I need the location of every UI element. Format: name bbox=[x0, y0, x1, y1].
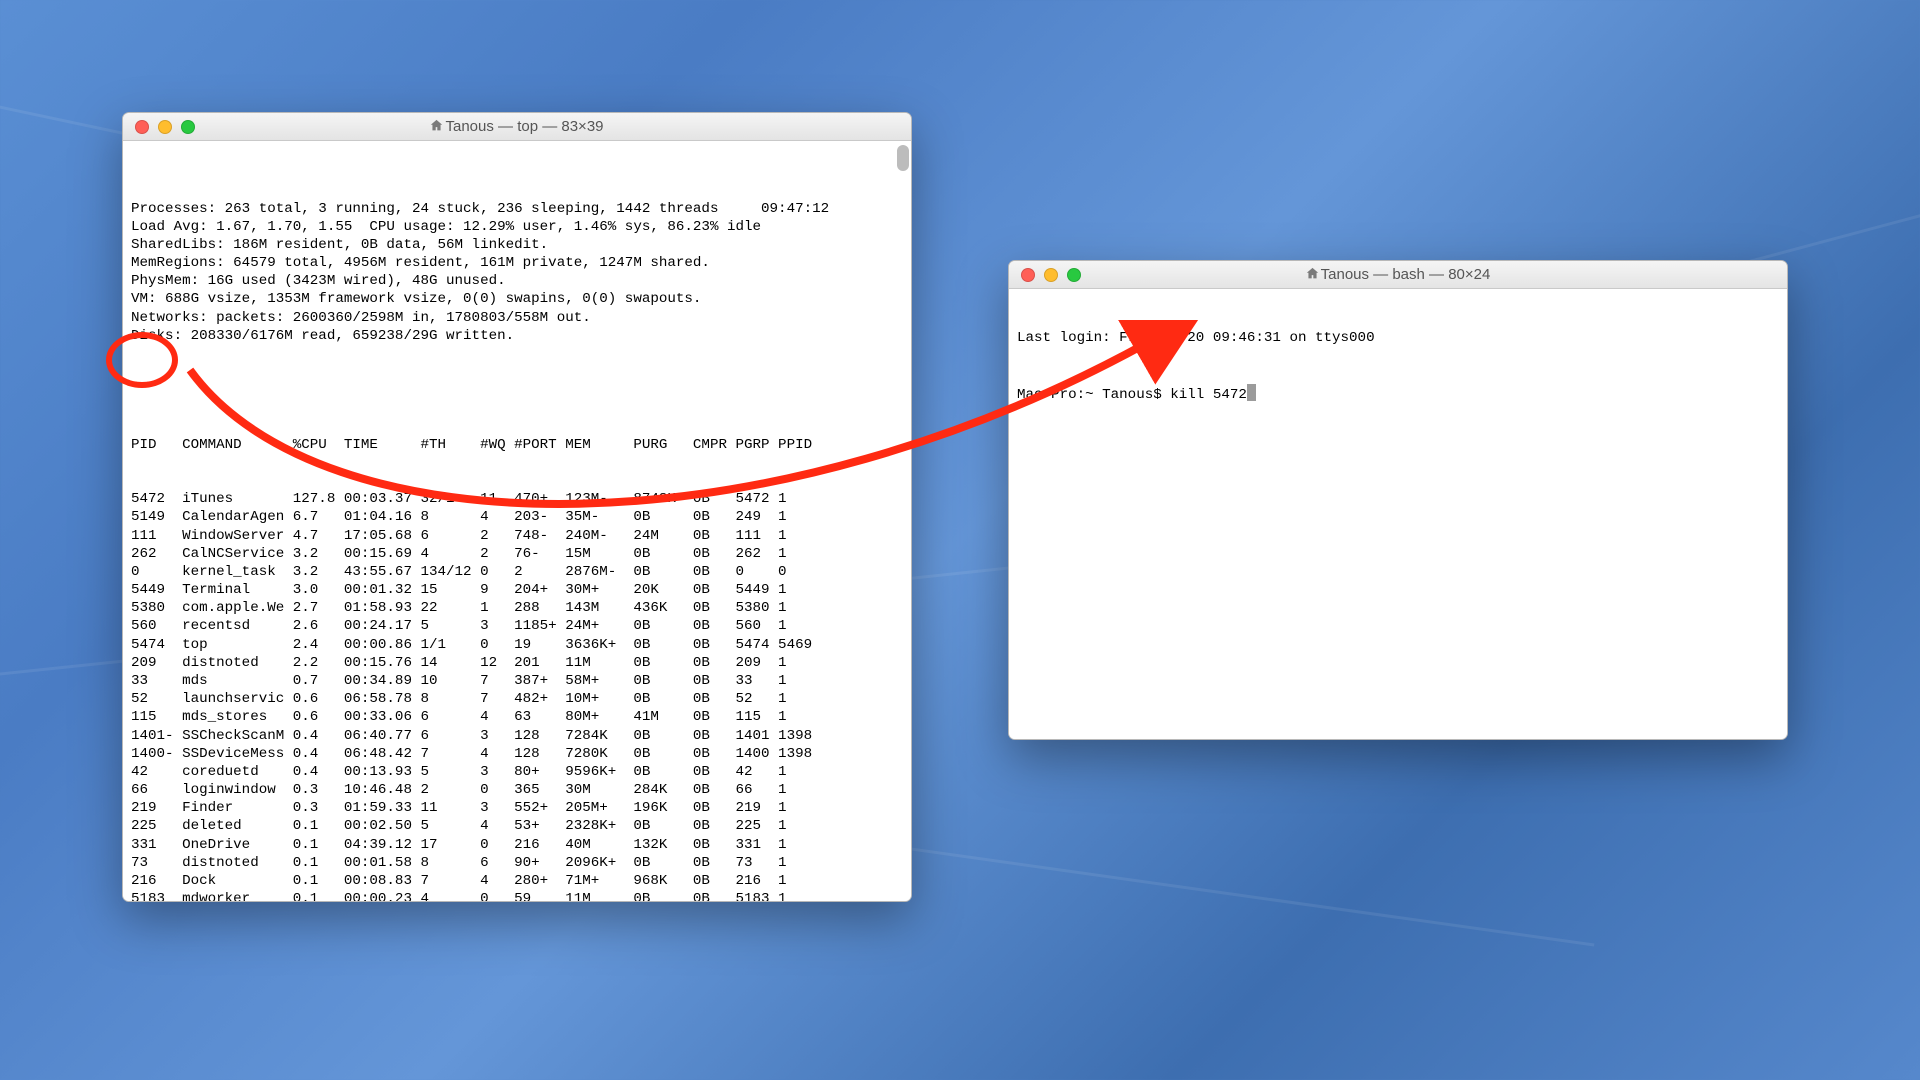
process-row: 42 coreduetd 0.4 00:13.93 5 3 80+ 9596K+… bbox=[131, 763, 903, 781]
prompt-line[interactable]: Mac-Pro:~ Tanous$ kill 5472 bbox=[1017, 384, 1779, 404]
process-row: 73 distnoted 0.1 00:01.58 8 6 90+ 2096K+… bbox=[131, 854, 903, 872]
process-row: 5149 CalendarAgen 6.7 01:04.16 8 4 203- … bbox=[131, 508, 903, 526]
window-title: Tanous — top — 83×39 bbox=[123, 118, 911, 135]
traffic-lights bbox=[1009, 268, 1081, 282]
summary-line: MemRegions: 64579 total, 4956M resident,… bbox=[131, 254, 903, 272]
process-row: 219 Finder 0.3 01:59.33 11 3 552+ 205M+ … bbox=[131, 799, 903, 817]
process-row: 225 deleted 0.1 00:02.50 5 4 53+ 2328K+ … bbox=[131, 817, 903, 835]
process-row: 52 launchservic 0.6 06:58.78 8 7 482+ 10… bbox=[131, 690, 903, 708]
summary-line: Load Avg: 1.67, 1.70, 1.55 CPU usage: 12… bbox=[131, 218, 903, 236]
process-row: 5183 mdworker 0.1 00:00.23 4 0 59 11M 0B… bbox=[131, 890, 903, 901]
process-row: 216 Dock 0.1 00:08.83 7 4 280+ 71M+ 968K… bbox=[131, 872, 903, 890]
process-row: 1400- SSDeviceMess 0.4 06:48.42 7 4 128 … bbox=[131, 745, 903, 763]
cursor-icon bbox=[1247, 384, 1256, 401]
zoom-icon[interactable] bbox=[181, 120, 195, 134]
traffic-lights bbox=[123, 120, 195, 134]
minimize-icon[interactable] bbox=[158, 120, 172, 134]
process-row: 66 loginwindow 0.3 10:46.48 2 0 365 30M … bbox=[131, 781, 903, 799]
window-title: Tanous — bash — 80×24 bbox=[1009, 266, 1787, 283]
process-row: 5474 top 2.4 00:00.86 1/1 0 19 3636K+ 0B… bbox=[131, 636, 903, 654]
summary-line: PhysMem: 16G used (3423M wired), 48G unu… bbox=[131, 272, 903, 290]
process-row: 1401- SSCheckScanM 0.4 06:40.77 6 3 128 … bbox=[131, 727, 903, 745]
scrollbar-thumb[interactable] bbox=[897, 145, 909, 171]
process-row: 115 mds_stores 0.6 00:33.06 6 4 63 80M+ … bbox=[131, 708, 903, 726]
summary-line: SharedLibs: 186M resident, 0B data, 56M … bbox=[131, 236, 903, 254]
summary-line: VM: 688G vsize, 1353M framework vsize, 0… bbox=[131, 290, 903, 308]
process-row: 0 kernel_task 3.2 43:55.67 134/12 0 2 28… bbox=[131, 563, 903, 581]
window-title-text: Tanous — top — 83×39 bbox=[445, 118, 603, 135]
process-row: 33 mds 0.7 00:34.89 10 7 387+ 58M+ 0B 0B… bbox=[131, 672, 903, 690]
process-row: 111 WindowServer 4.7 17:05.68 6 2 748- 2… bbox=[131, 527, 903, 545]
summary-line: Processes: 263 total, 3 running, 24 stuc… bbox=[131, 200, 903, 218]
terminal-content-top[interactable]: Processes: 263 total, 3 running, 24 stuc… bbox=[123, 141, 911, 901]
zoom-icon[interactable] bbox=[1067, 268, 1081, 282]
titlebar[interactable]: Tanous — top — 83×39 bbox=[123, 113, 911, 141]
process-row: 262 CalNCService 3.2 00:15.69 4 2 76- 15… bbox=[131, 545, 903, 563]
home-icon bbox=[430, 119, 443, 132]
summary-line: Disks: 208330/6176M read, 659238/29G wri… bbox=[131, 327, 903, 345]
process-row: 5380 com.apple.We 2.7 01:58.93 22 1 288 … bbox=[131, 599, 903, 617]
process-row: 5449 Terminal 3.0 00:01.32 15 9 204+ 30M… bbox=[131, 581, 903, 599]
terminal-content-bash[interactable]: Last login: Fri Feb 20 09:46:31 on ttys0… bbox=[1009, 289, 1787, 739]
minimize-icon[interactable] bbox=[1044, 268, 1058, 282]
process-table-header: PID COMMAND %CPU TIME #TH #WQ #PORT MEM … bbox=[131, 436, 903, 454]
close-icon[interactable] bbox=[1021, 268, 1035, 282]
window-title-text: Tanous — bash — 80×24 bbox=[1321, 266, 1491, 283]
login-line: Last login: Fri Feb 20 09:46:31 on ttys0… bbox=[1017, 329, 1779, 347]
process-row: 5472 iTunes 127.8 00:03.37 32/1 11 470+ … bbox=[131, 490, 903, 508]
process-row: 331 OneDrive 0.1 04:39.12 17 0 216 40M 1… bbox=[131, 836, 903, 854]
process-row: 560 recentsd 2.6 00:24.17 5 3 1185+ 24M+… bbox=[131, 617, 903, 635]
summary-line: Networks: packets: 2600360/2598M in, 178… bbox=[131, 309, 903, 327]
process-row: 209 distnoted 2.2 00:15.76 14 12 201 11M… bbox=[131, 654, 903, 672]
terminal-window-top[interactable]: Tanous — top — 83×39 Processes: 263 tota… bbox=[122, 112, 912, 902]
home-icon bbox=[1306, 267, 1319, 280]
terminal-window-bash[interactable]: Tanous — bash — 80×24 Last login: Fri Fe… bbox=[1008, 260, 1788, 740]
close-icon[interactable] bbox=[135, 120, 149, 134]
titlebar[interactable]: Tanous — bash — 80×24 bbox=[1009, 261, 1787, 289]
